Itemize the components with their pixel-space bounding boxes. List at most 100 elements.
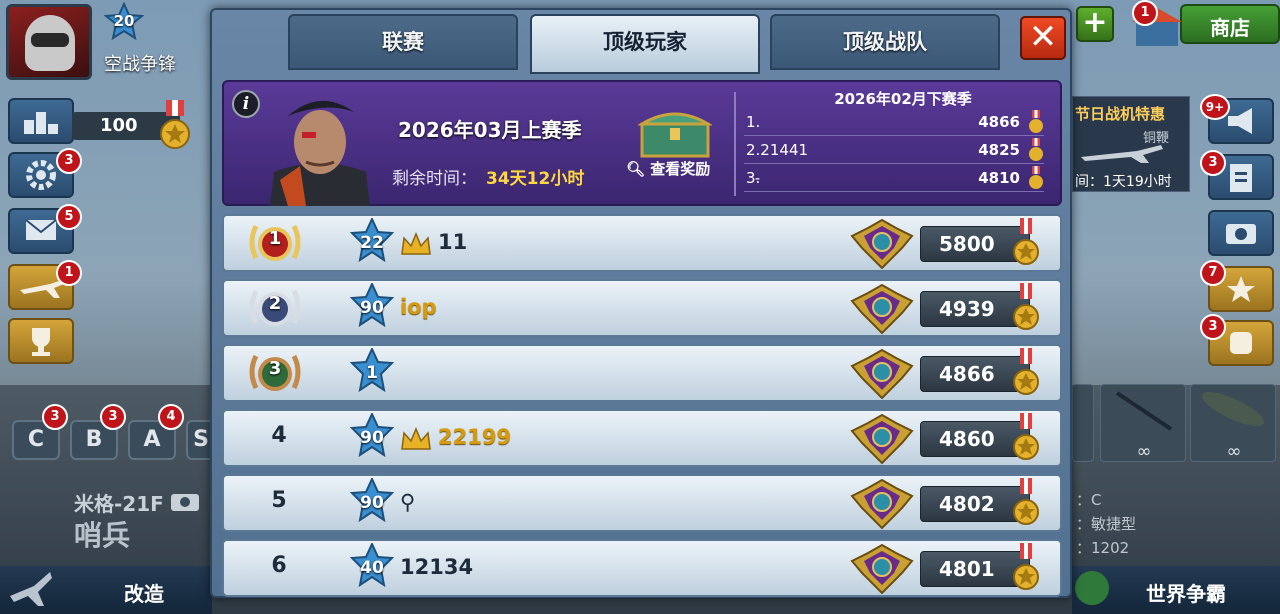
promo-timer: 间：1天19小时 (1075, 174, 1172, 190)
medal-icon (1013, 348, 1039, 395)
settings-badge: 3 (56, 148, 82, 174)
rank-emblem-icon (850, 543, 914, 595)
season-divider (734, 92, 736, 196)
view-reward-button[interactable]: 🔍︎ 查看奖励 (626, 158, 710, 179)
world-battle-label: 世界争霸 (1146, 582, 1226, 606)
player-level: 22 (360, 233, 384, 253)
stat-grade: ：C (1076, 491, 1102, 509)
crown-icon (401, 427, 431, 450)
player-level: 1 (366, 363, 378, 383)
previous-rank-score: 4825 (978, 141, 1020, 159)
shop-label: 商店 (1210, 16, 1250, 40)
rank-emblem-icon (850, 283, 914, 335)
remaining-value: 34天12小时 (486, 169, 585, 189)
player-name: 11 (438, 230, 468, 254)
player-level: 90 (360, 428, 384, 448)
globe-icon (1075, 571, 1109, 605)
crown-icon (401, 232, 431, 255)
rank-emblem-icon (850, 218, 914, 270)
ranking-button[interactable] (8, 98, 74, 144)
grade-c-badge: 3 (42, 404, 68, 430)
level-badge: 22 (349, 216, 395, 270)
level-badge: 90 (349, 281, 395, 335)
camera-small-icon[interactable] (170, 490, 200, 512)
previous-rank-row: 1. 4866 (744, 110, 1044, 136)
modify-button[interactable]: 改造 (0, 566, 212, 614)
player-row[interactable]: 2 90 iop 4939 (222, 279, 1062, 337)
player-name: ⚲ (400, 490, 416, 514)
weapon-3-infinite: ∞ (1226, 441, 1242, 462)
missile-icon (1115, 391, 1173, 431)
add-currency-button[interactable]: + (1076, 6, 1114, 42)
promo-title: 节日战机特惠 (1075, 105, 1166, 123)
player-score: 5800 (939, 232, 995, 256)
medal-icon (1013, 543, 1039, 590)
medal-icon (1029, 166, 1043, 189)
fist-badge: 3 (1200, 314, 1226, 340)
currency-value: 100 (100, 115, 138, 136)
close-button[interactable]: ✕ (1020, 16, 1066, 60)
medal-icon (1013, 283, 1039, 330)
player-avatar[interactable] (6, 4, 92, 80)
trophy-button[interactable] (8, 318, 74, 364)
mail-badge: 5 (56, 204, 82, 230)
player-level: 40 (360, 558, 384, 578)
tab-bar: 联赛 顶级玩家 顶级战队 ✕ (212, 10, 1070, 74)
player-score: 4939 (939, 297, 995, 321)
shop-button[interactable]: 商店 (1180, 4, 1280, 44)
player-row[interactable]: 1 22 11 5800 (222, 214, 1062, 272)
emblem-badge: 7 (1200, 260, 1226, 286)
close-icon: ✕ (1028, 17, 1058, 57)
player-name: 空战争锋 (104, 54, 176, 75)
player-name: iop (400, 295, 437, 319)
plane-type: 哨兵 (74, 519, 131, 552)
player-name: 22199 (438, 425, 512, 449)
weapon-slot-3[interactable]: ∞ (1190, 384, 1276, 462)
weapon-slot-1[interactable] (1072, 384, 1094, 462)
player-level: 90 (360, 298, 384, 318)
modify-label: 改造 (124, 582, 164, 606)
trophy-icon (32, 328, 50, 356)
leaderboard-panel: 联赛 顶级玩家 顶级战队 ✕ i 2026年03月上赛季 剩余时间： 34天12… (210, 8, 1072, 598)
player-row[interactable]: 4 90 22199 4860 (222, 409, 1062, 467)
player-row[interactable]: 6 40 12134 4801 (222, 539, 1062, 597)
reward-chest-icon[interactable] (638, 106, 712, 158)
camera-button[interactable] (1208, 210, 1274, 256)
promo-panel[interactable]: 节日战机特惠 铜鞭 间：1天19小时 (1072, 96, 1190, 192)
rank-number: 5 (271, 488, 287, 513)
world-battle-button[interactable]: 世界争霸 (1072, 566, 1280, 614)
search-icon: 🔍︎ (626, 160, 651, 178)
tasks-badge: 3 (1200, 150, 1226, 176)
stat-class: ：敏捷型 (1076, 515, 1137, 533)
player-level: 20 (113, 12, 135, 30)
previous-rank-name: 1. (746, 113, 761, 131)
visor-icon (31, 33, 69, 47)
player-name: 12134 (400, 555, 474, 579)
weapon-slot-2[interactable]: ∞ (1100, 384, 1186, 462)
player-score: 4860 (939, 427, 995, 451)
promo-jet-icon (1081, 145, 1163, 163)
tab-top-squads[interactable]: 顶级战队 (770, 14, 1000, 70)
medal-icon (1013, 478, 1039, 525)
plane-stats: ：C ：敏捷型 ：1202 (1076, 488, 1136, 560)
level-badge: 90 (349, 476, 395, 530)
officer-portrait (270, 100, 370, 206)
player-row[interactable]: 3 1 4866 (222, 344, 1062, 402)
player-score: 4802 (939, 492, 995, 516)
rank-number: 6 (271, 553, 287, 578)
rank-emblem-icon (850, 413, 914, 465)
camera-icon (1226, 224, 1256, 244)
plane-name: 米格-21F (74, 492, 164, 516)
previous-rank-score: 4866 (978, 113, 1020, 131)
tab-league[interactable]: 联赛 (288, 14, 518, 70)
rank-number: 1 (268, 228, 282, 249)
player-level: 90 (360, 493, 384, 513)
season-title: 2026年03月上赛季 (398, 118, 582, 142)
previous-rank-name: 3.̵ (746, 169, 761, 187)
level-badge: 40 (349, 541, 395, 595)
rank-number: 3 (268, 358, 282, 379)
player-score: 4866 (939, 362, 995, 386)
info-icon[interactable]: i (232, 90, 260, 118)
player-row[interactable]: 5 90 ⚲ 4802 (222, 474, 1062, 532)
tab-top-players[interactable]: 顶级玩家 (530, 14, 760, 74)
